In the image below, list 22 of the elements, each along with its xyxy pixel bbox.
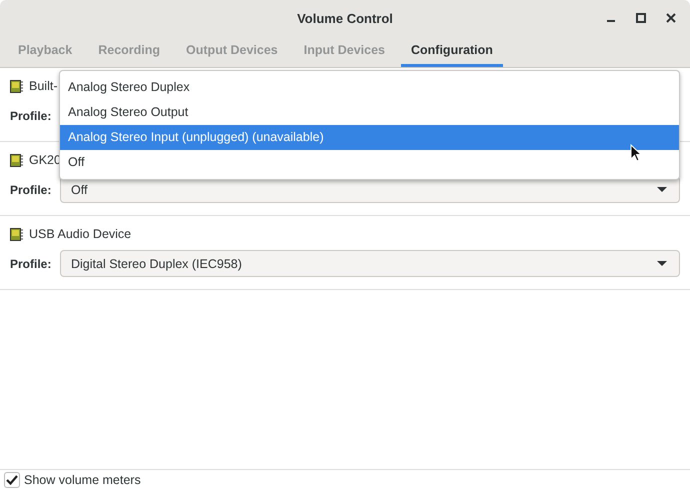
profile-label: Profile: <box>10 182 52 196</box>
sound-card-icon <box>10 80 24 92</box>
menu-item[interactable]: Analog Stereo Input (unplugged) (unavailable) <box>60 125 679 150</box>
close-icon[interactable] <box>666 13 676 23</box>
profile-label: Profile: <box>10 108 52 122</box>
window-title: Volume Control <box>297 10 393 26</box>
caret-icon <box>657 260 667 266</box>
sound-card-icon <box>10 154 24 166</box>
device-name: Built- <box>29 79 58 93</box>
menu-item[interactable]: Off <box>60 150 679 175</box>
sound-card-icon <box>10 228 24 240</box>
maximize-icon[interactable] <box>636 13 646 23</box>
checkbox-label: Show volume meters <box>24 473 141 487</box>
tab[interactable]: Configuration <box>401 36 503 67</box>
profile-dropdown[interactable]: Digital Stereo Duplex (IEC958) <box>60 250 680 277</box>
device-name: USB Audio Device <box>29 227 132 241</box>
caret-icon <box>657 186 667 192</box>
checkbox[interactable] <box>4 472 20 488</box>
menu-item[interactable]: Analog Stereo Duplex <box>60 75 679 100</box>
profile-label: Profile: <box>10 256 52 270</box>
menu-item[interactable]: Analog Stereo Output <box>60 100 679 125</box>
pointer-icon <box>630 144 642 162</box>
